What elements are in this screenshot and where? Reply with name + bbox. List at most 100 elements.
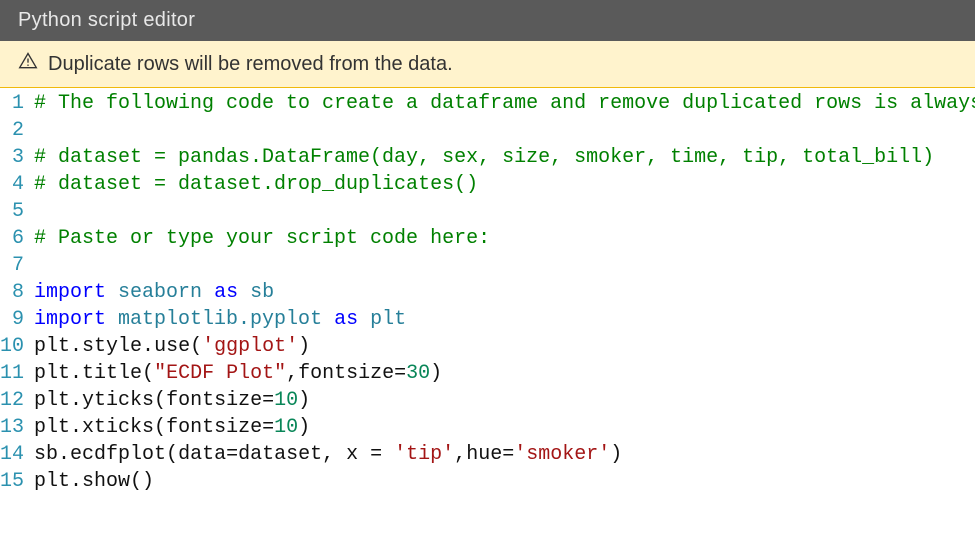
code-token: plt bbox=[34, 416, 70, 439]
code-token: ) bbox=[298, 416, 310, 439]
line-number: 7 bbox=[0, 252, 34, 279]
code-token: # dataset = pandas.DataFrame(day, sex, s… bbox=[34, 146, 934, 169]
title-bar: Python script editor bbox=[0, 0, 975, 41]
code-token bbox=[358, 308, 370, 331]
code-token: . bbox=[70, 470, 82, 493]
code-token: ( bbox=[154, 416, 166, 439]
line-number: 13 bbox=[0, 414, 34, 441]
code-token: ( bbox=[190, 335, 202, 358]
code-line[interactable]: 10plt.style.use('ggplot') bbox=[0, 333, 975, 360]
code-line[interactable]: 6# Paste or type your script code here: bbox=[0, 225, 975, 252]
code-content[interactable]: plt.yticks(fontsize=10) bbox=[34, 387, 975, 414]
code-content[interactable]: # dataset = dataset.drop_duplicates() bbox=[34, 171, 975, 198]
code-token: . bbox=[70, 362, 82, 385]
code-token: 'tip' bbox=[394, 443, 454, 466]
warning-triangle-icon bbox=[18, 51, 38, 77]
code-token: style bbox=[82, 335, 142, 358]
code-token: plt bbox=[34, 470, 70, 493]
code-content[interactable]: import matplotlib.pyplot as plt bbox=[34, 306, 975, 333]
code-token: "ECDF Plot" bbox=[154, 362, 286, 385]
code-token: ) bbox=[298, 335, 310, 358]
code-content[interactable] bbox=[34, 198, 975, 225]
line-number: 8 bbox=[0, 279, 34, 306]
code-token: show bbox=[82, 470, 130, 493]
code-line[interactable]: 15plt.show() bbox=[0, 468, 975, 495]
code-token: fontsize bbox=[166, 416, 262, 439]
code-token: . bbox=[58, 443, 70, 466]
code-token: xticks bbox=[82, 416, 154, 439]
code-token: ( bbox=[166, 443, 178, 466]
code-line[interactable]: 7 bbox=[0, 252, 975, 279]
code-token: # The following code to create a datafra… bbox=[34, 92, 975, 115]
line-number: 10 bbox=[0, 333, 34, 360]
code-content[interactable]: # Paste or type your script code here: bbox=[34, 225, 975, 252]
line-number: 14 bbox=[0, 441, 34, 468]
code-token: , bbox=[286, 362, 298, 385]
code-token: ( bbox=[154, 389, 166, 412]
code-line[interactable]: 14sb.ecdfplot(data=dataset, x = 'tip',hu… bbox=[0, 441, 975, 468]
line-number: 6 bbox=[0, 225, 34, 252]
line-number: 11 bbox=[0, 360, 34, 387]
code-token bbox=[202, 281, 214, 304]
code-content[interactable]: plt.style.use('ggplot') bbox=[34, 333, 975, 360]
code-token: fontsize bbox=[166, 389, 262, 412]
code-token: as bbox=[334, 308, 358, 331]
code-line[interactable]: 8import seaborn as sb bbox=[0, 279, 975, 306]
code-token: ( bbox=[142, 362, 154, 385]
code-token: 'smoker' bbox=[514, 443, 610, 466]
code-line[interactable]: 9import matplotlib.pyplot as plt bbox=[0, 306, 975, 333]
code-token: plt bbox=[34, 335, 70, 358]
code-token bbox=[106, 281, 118, 304]
code-token bbox=[238, 281, 250, 304]
code-token: , bbox=[322, 443, 346, 466]
warning-banner: Duplicate rows will be removed from the … bbox=[0, 41, 975, 88]
code-token: () bbox=[130, 470, 154, 493]
line-number: 1 bbox=[0, 90, 34, 117]
line-number: 15 bbox=[0, 468, 34, 495]
code-content[interactable]: import seaborn as sb bbox=[34, 279, 975, 306]
code-line[interactable]: 12plt.yticks(fontsize=10) bbox=[0, 387, 975, 414]
code-token bbox=[106, 308, 118, 331]
code-content[interactable]: plt.show() bbox=[34, 468, 975, 495]
code-token: . bbox=[70, 416, 82, 439]
code-token bbox=[322, 308, 334, 331]
code-line[interactable]: 1# The following code to create a datafr… bbox=[0, 90, 975, 117]
code-token: = bbox=[502, 443, 514, 466]
code-line[interactable]: 4# dataset = dataset.drop_duplicates() bbox=[0, 171, 975, 198]
code-token: use bbox=[154, 335, 190, 358]
code-token: = bbox=[262, 389, 274, 412]
line-number: 12 bbox=[0, 387, 34, 414]
code-line[interactable]: 13plt.xticks(fontsize=10) bbox=[0, 414, 975, 441]
code-editor[interactable]: 1# The following code to create a datafr… bbox=[0, 88, 975, 495]
code-content[interactable]: # dataset = pandas.DataFrame(day, sex, s… bbox=[34, 144, 975, 171]
code-token: plt bbox=[34, 362, 70, 385]
code-token: title bbox=[82, 362, 142, 385]
code-line[interactable]: 11plt.title("ECDF Plot",fontsize=30) bbox=[0, 360, 975, 387]
code-content[interactable]: sb.ecdfplot(data=dataset, x = 'tip',hue=… bbox=[34, 441, 975, 468]
code-token: 'ggplot' bbox=[202, 335, 298, 358]
code-token: , bbox=[454, 443, 466, 466]
code-token: ) bbox=[610, 443, 622, 466]
code-token: ) bbox=[298, 389, 310, 412]
code-token: = bbox=[226, 443, 238, 466]
code-line[interactable]: 5 bbox=[0, 198, 975, 225]
code-content[interactable] bbox=[34, 117, 975, 144]
code-token: plt bbox=[34, 389, 70, 412]
code-token: = bbox=[394, 362, 406, 385]
code-token: 10 bbox=[274, 389, 298, 412]
code-token: hue bbox=[466, 443, 502, 466]
code-token: . bbox=[70, 335, 82, 358]
code-token: sb bbox=[34, 443, 58, 466]
code-content[interactable]: plt.title("ECDF Plot",fontsize=30) bbox=[34, 360, 975, 387]
code-content[interactable] bbox=[34, 252, 975, 279]
line-number: 4 bbox=[0, 171, 34, 198]
code-content[interactable]: plt.xticks(fontsize=10) bbox=[34, 414, 975, 441]
code-line[interactable]: 2 bbox=[0, 117, 975, 144]
code-token: . bbox=[70, 389, 82, 412]
code-content[interactable]: # The following code to create a datafra… bbox=[34, 90, 975, 117]
code-token: matplotlib.pyplot bbox=[118, 308, 322, 331]
code-token: 10 bbox=[274, 416, 298, 439]
line-number: 3 bbox=[0, 144, 34, 171]
code-token: = bbox=[262, 416, 274, 439]
code-line[interactable]: 3# dataset = pandas.DataFrame(day, sex, … bbox=[0, 144, 975, 171]
